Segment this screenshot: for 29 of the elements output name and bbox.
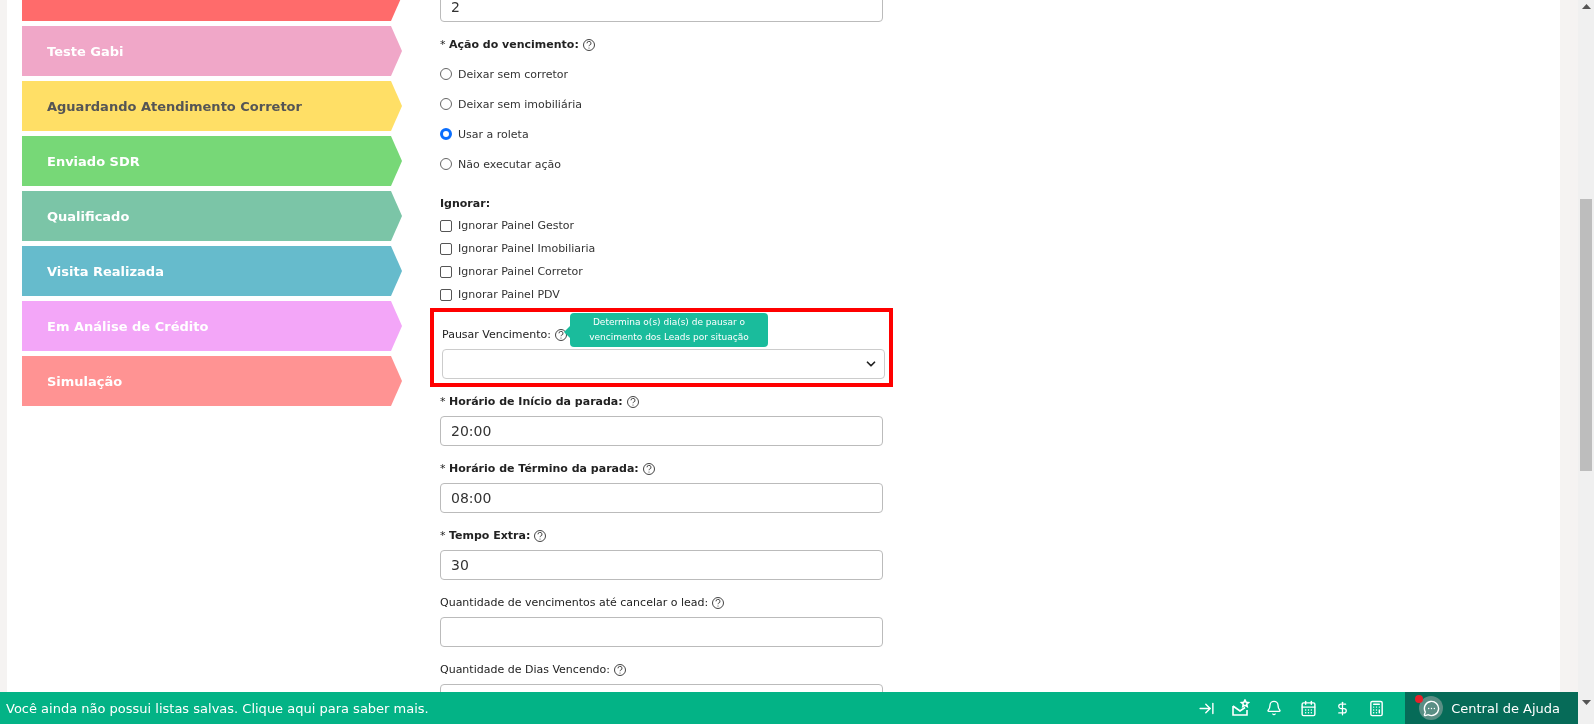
chat-icon: [1419, 696, 1444, 720]
radio-option[interactable]: Deixar sem corretor: [440, 59, 883, 89]
input-field[interactable]: 30: [440, 550, 883, 580]
checkbox-option[interactable]: Ignorar Painel Gestor: [440, 214, 883, 237]
field-label: * Horário de Início da parada:: [440, 395, 623, 408]
select-field[interactable]: [442, 349, 885, 379]
help-center-button[interactable]: Central de Ajuda: [1405, 692, 1578, 724]
checkbox-option[interactable]: Ignorar Painel Corretor: [440, 260, 883, 283]
scroll-down-icon[interactable]: [1581, 700, 1591, 705]
field-label: Ignorar:: [440, 197, 491, 210]
scrollbar-thumb[interactable]: [1580, 199, 1592, 471]
input-field[interactable]: 08:00: [440, 483, 883, 513]
field-label: * Ação do vencimento:: [440, 38, 579, 51]
checkbox-option[interactable]: Ignorar Painel PDV: [440, 283, 883, 306]
field-label: Pausar Vencimento:: [442, 328, 552, 341]
scroll-up-icon[interactable]: [1581, 4, 1591, 9]
checkbox-option[interactable]: Ignorar Painel Imobiliaria: [440, 237, 883, 260]
input-field[interactable]: 2: [440, 0, 883, 22]
input-field[interactable]: [440, 617, 883, 647]
stage-item[interactable]: Aguardando Atendimento Corretor: [22, 81, 402, 131]
field-label: * Tempo Extra:: [440, 529, 531, 542]
input-field[interactable]: 20:00: [440, 416, 883, 446]
radio-option[interactable]: Usar a roleta: [440, 119, 883, 149]
tooltip: Determina o(s) dia(s) de pausar o vencimento dos Leads por situação: [570, 313, 768, 347]
radio-option[interactable]: Não executar ação: [440, 149, 883, 179]
field-label: Quantidade de vencimentos até cancelar o lead:: [440, 596, 709, 609]
field-label: * Horário de Término da parada:: [440, 462, 639, 475]
field-label: Quantidade de Dias Vencendo:: [440, 663, 611, 676]
radio-option[interactable]: Deixar sem imobiliária: [440, 89, 883, 119]
